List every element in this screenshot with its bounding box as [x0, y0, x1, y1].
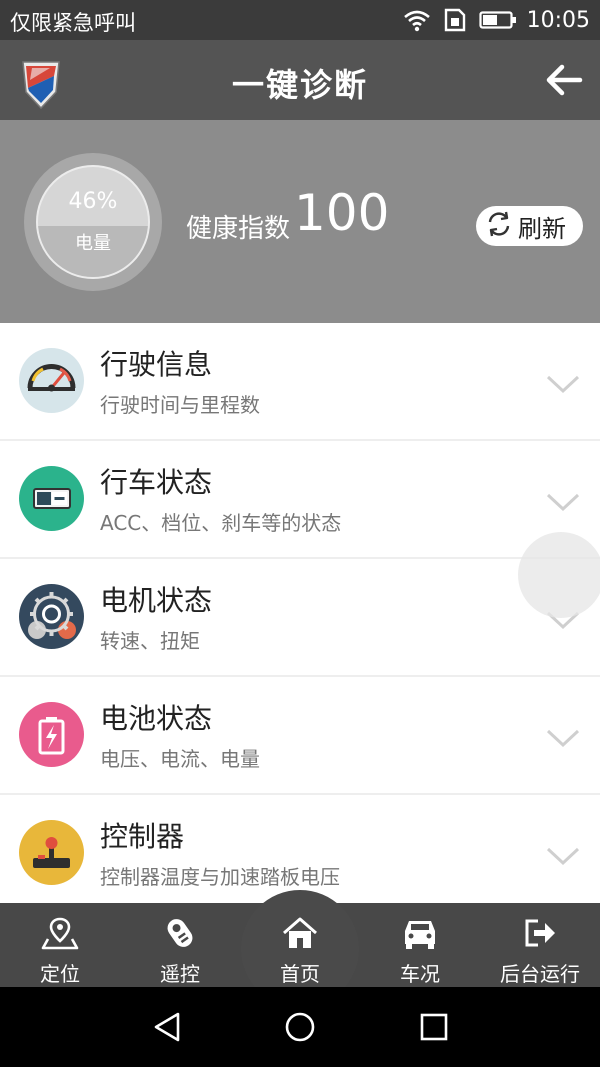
status-icons: 10:05 [403, 6, 590, 34]
health-index-label: 健康指数 [186, 214, 291, 244]
nav-label: 后台运行 [500, 962, 580, 986]
home-icon [280, 915, 320, 951]
item-subtitle: 控制器温度与加速踏板电压 [100, 865, 340, 889]
item-subtitle: 转速、扭矩 [100, 629, 200, 653]
item-title: 电池状态 [100, 702, 213, 735]
list-item-motor-status[interactable]: 电机状态 转速、扭矩 [0, 559, 600, 677]
battery-label: 电量 [75, 233, 111, 254]
diagnosis-summary: 46% 电量 健康指数 100 刷新 [0, 120, 600, 323]
location-icon [40, 915, 80, 951]
joystick-icon [19, 820, 84, 885]
system-nav-bar [0, 987, 600, 1067]
page-title: 一键诊断 [231, 66, 368, 104]
chevron-down-icon[interactable] [545, 491, 581, 513]
item-subtitle: 电压、电流、电量 [100, 747, 260, 771]
back-triangle-icon[interactable] [150, 1009, 186, 1045]
clock: 10:05 [526, 7, 590, 33]
battery-charge-icon [19, 702, 84, 767]
battery-gauge: 46% 电量 [24, 153, 162, 291]
remote-icon [160, 915, 200, 951]
list-item-battery-status[interactable]: 电池状态 电压、电流、电量 [0, 677, 600, 795]
nav-item-background-run[interactable]: 后台运行 [480, 903, 600, 987]
chevron-down-icon[interactable] [545, 727, 581, 749]
home-circle-icon[interactable] [282, 1009, 318, 1045]
battery-percent: 46% [68, 189, 118, 214]
list-item-driving-status[interactable]: 行车状态 ACC、档位、刹车等的状态 [0, 441, 600, 559]
nav-item-remote[interactable]: 遥控 [120, 903, 240, 987]
exit-icon [520, 915, 560, 951]
sim-icon [441, 8, 469, 32]
refresh-button[interactable]: 刷新 [476, 206, 583, 246]
item-title: 电机状态 [100, 584, 213, 617]
gears-icon [19, 584, 84, 649]
health-index-value: 100 [294, 184, 390, 242]
diagnosis-list: 行驶信息 行驶时间与里程数 行车状态 ACC、档位、刹车等的状态 电机状态 转速… [0, 323, 600, 913]
list-item-driving-info[interactable]: 行驶信息 行驶时间与里程数 [0, 323, 600, 441]
refresh-icon [484, 209, 514, 243]
chevron-down-icon[interactable] [545, 373, 581, 395]
item-subtitle: 行驶时间与里程数 [100, 393, 260, 417]
back-arrow-icon[interactable] [544, 60, 584, 100]
chevron-down-icon[interactable] [545, 845, 581, 867]
item-subtitle: ACC、档位、刹车等的状态 [100, 511, 342, 535]
nav-label: 车况 [400, 962, 440, 986]
title-bar: 一键诊断 [0, 40, 600, 120]
item-title: 行车状态 [100, 466, 213, 499]
nav-label: 定位 [40, 962, 80, 986]
speedometer-icon [19, 348, 84, 413]
nav-item-home[interactable]: 首页 [240, 903, 360, 987]
recents-square-icon[interactable] [416, 1009, 452, 1045]
nav-label: 遥控 [160, 962, 200, 986]
nav-item-car-condition[interactable]: 车况 [360, 903, 480, 987]
item-title: 行驶信息 [100, 348, 213, 381]
nav-label: 首页 [280, 962, 320, 986]
switch-on-icon [19, 466, 84, 531]
status-bar: 仅限紧急呼叫 10:05 [0, 0, 600, 40]
carrier-text: 仅限紧急呼叫 [10, 11, 136, 35]
floating-assistive-button[interactable] [518, 532, 600, 618]
car-icon [400, 915, 440, 951]
battery-icon [478, 8, 517, 32]
refresh-label: 刷新 [518, 214, 566, 243]
nav-item-location[interactable]: 定位 [0, 903, 120, 987]
item-title: 控制器 [100, 820, 185, 853]
wifi-icon [403, 8, 431, 32]
